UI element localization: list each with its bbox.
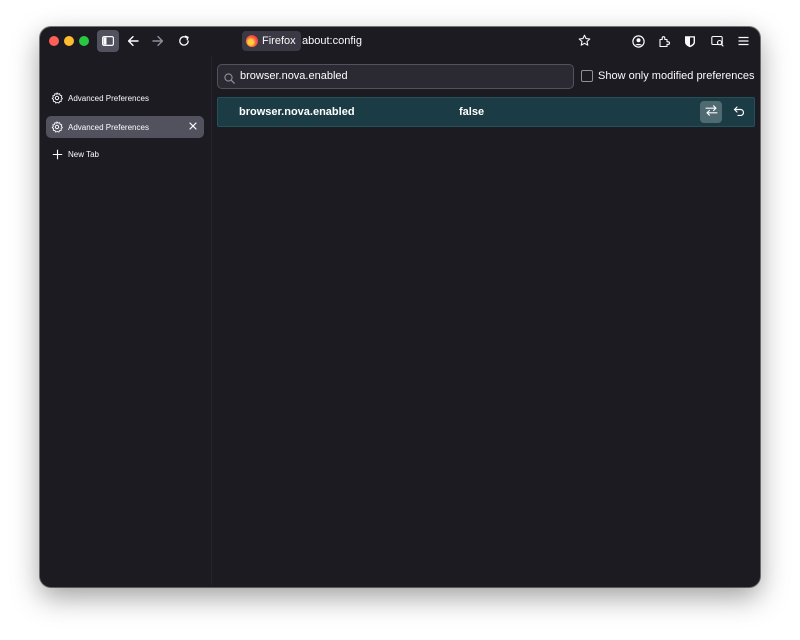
account-button[interactable] bbox=[627, 30, 649, 52]
forward-icon bbox=[152, 35, 164, 47]
back-button[interactable] bbox=[122, 30, 144, 52]
checkbox-box[interactable] bbox=[581, 70, 593, 82]
pref-value: false bbox=[459, 106, 485, 118]
forward-button[interactable] bbox=[147, 30, 169, 52]
search-icon bbox=[224, 71, 235, 89]
browser-window: Firefox about:config Advanced Preference… bbox=[40, 27, 760, 587]
about-config-page: Show only modified preferences browser.n… bbox=[212, 55, 760, 587]
pinned-tab[interactable]: Advanced Preferences bbox=[46, 87, 205, 109]
toolbar: Firefox about:config bbox=[40, 27, 760, 55]
shield-icon bbox=[684, 35, 696, 48]
screenshot-icon bbox=[710, 35, 724, 47]
sidebar-toggle-button[interactable] bbox=[97, 30, 119, 52]
shield-button[interactable] bbox=[679, 30, 701, 52]
new-tab-label: New Tab bbox=[68, 149, 99, 159]
show-modified-checkbox[interactable]: Show only modified preferences bbox=[581, 70, 755, 82]
tab-label: Advanced Preferences bbox=[68, 93, 149, 103]
reset-button[interactable] bbox=[728, 101, 750, 123]
sidebar-icon bbox=[102, 36, 114, 46]
screenshot-button[interactable] bbox=[706, 30, 728, 52]
gear-icon bbox=[51, 92, 63, 104]
pref-name: browser.nova.enabled bbox=[239, 106, 355, 118]
extensions-icon bbox=[658, 35, 671, 48]
active-tab[interactable]: Advanced Preferences bbox=[46, 116, 204, 138]
identity-label: Firefox bbox=[262, 35, 296, 47]
search-input[interactable] bbox=[240, 68, 565, 84]
vertical-tabs-sidebar: Advanced Preferences Advanced Preference… bbox=[40, 55, 212, 587]
search-box bbox=[217, 64, 574, 89]
maximize-window-button[interactable] bbox=[79, 36, 89, 46]
identity-box[interactable]: Firefox bbox=[242, 31, 301, 51]
reload-button[interactable] bbox=[173, 30, 195, 52]
close-window-button[interactable] bbox=[49, 36, 59, 46]
url-bar[interactable]: Firefox about:config bbox=[240, 30, 596, 52]
tab-label: Advanced Preferences bbox=[68, 122, 149, 132]
toggle-icon bbox=[704, 103, 718, 121]
new-tab-button[interactable]: New Tab bbox=[46, 143, 206, 165]
bookmark-star-icon[interactable] bbox=[578, 34, 591, 52]
toggle-button[interactable] bbox=[700, 101, 722, 123]
close-tab-icon[interactable] bbox=[188, 121, 198, 133]
back-icon bbox=[127, 35, 139, 47]
account-icon bbox=[631, 34, 645, 48]
firefox-logo-icon bbox=[246, 35, 258, 47]
gear-icon bbox=[51, 121, 63, 133]
menu-icon bbox=[738, 36, 749, 46]
plus-icon bbox=[51, 148, 63, 160]
pref-row[interactable]: browser.nova.enabled false bbox=[217, 97, 755, 127]
extensions-button[interactable] bbox=[653, 30, 675, 52]
checkbox-label: Show only modified preferences bbox=[598, 70, 755, 82]
menu-button[interactable] bbox=[732, 30, 754, 52]
reload-icon bbox=[178, 35, 190, 47]
minimize-window-button[interactable] bbox=[64, 36, 74, 46]
undo-icon bbox=[733, 103, 745, 121]
url-text[interactable]: about:config bbox=[302, 35, 362, 47]
